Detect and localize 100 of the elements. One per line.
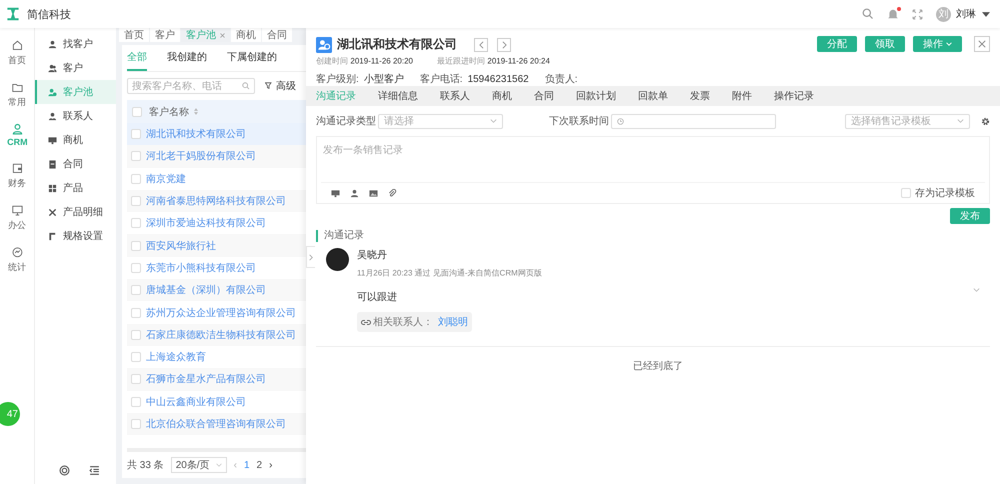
detail-tab[interactable]: 发票 [690, 89, 710, 103]
search-icon[interactable] [862, 8, 874, 20]
detail-tab[interactable]: 回款计划 [576, 89, 616, 103]
publish-button[interactable]: 发布 [950, 208, 990, 224]
checkbox[interactable] [131, 374, 141, 384]
checkbox[interactable] [131, 419, 141, 429]
checkbox[interactable] [131, 285, 141, 296]
checkbox[interactable] [131, 396, 141, 407]
table-row[interactable]: 南京党建 [127, 168, 306, 190]
action-button[interactable]: 操作 [913, 36, 962, 52]
checkbox[interactable] [131, 151, 141, 162]
close-button[interactable] [974, 36, 990, 52]
previous-button[interactable] [474, 38, 488, 52]
customer-name-link[interactable]: 河北老干妈股份有限公司 [146, 149, 256, 164]
nav-item[interactable]: 首页 [8, 40, 26, 66]
menu-item[interactable]: 找客户 [35, 32, 116, 56]
menu-item[interactable]: 客户池 [35, 80, 116, 104]
fullscreen-icon[interactable] [912, 8, 923, 20]
checkbox[interactable] [131, 330, 141, 340]
collapse-handle[interactable] [306, 246, 315, 268]
checkbox[interactable] [901, 188, 911, 198]
column-header[interactable]: 客户名称 [149, 104, 189, 118]
table-row[interactable]: 唐城基金（深圳）有限公司 [127, 279, 306, 302]
checkbox[interactable] [131, 129, 141, 140]
customer-name-link[interactable]: 唐城基金（深圳）有限公司 [146, 283, 266, 298]
nav-item[interactable]: 常用 [8, 82, 26, 108]
nav-item[interactable]: 财务 [8, 162, 26, 190]
checkbox[interactable] [132, 106, 142, 116]
checkbox[interactable] [131, 174, 141, 184]
action-button[interactable]: 分配 [817, 36, 857, 52]
close-icon[interactable] [220, 32, 225, 38]
checkbox[interactable] [131, 308, 141, 318]
page-tab[interactable]: 合同 [262, 28, 292, 42]
chevron-down-icon[interactable] [973, 288, 980, 292]
customer-name-link[interactable]: 西安风华旅行社 [146, 238, 216, 253]
next-page-button[interactable]: › [269, 460, 272, 470]
table-row[interactable]: 北京伯众联合管理咨询有限公司 [127, 412, 306, 436]
checkbox[interactable] [131, 262, 141, 273]
bell-icon[interactable] [887, 8, 899, 20]
table-row[interactable]: 石家庄康德欧洁生物科技有限公司 [127, 324, 306, 346]
filter-tab[interactable]: 我创建的 [167, 45, 207, 71]
previous-page-button[interactable]: ‹ [234, 460, 237, 470]
page-size-select[interactable]: 20条/页 [170, 457, 227, 473]
target-icon[interactable] [58, 465, 70, 476]
table-row[interactable]: 上海途众教育 [127, 346, 306, 368]
page-number[interactable]: 2 [256, 460, 262, 470]
checkbox[interactable] [131, 240, 141, 251]
detail-tab[interactable]: 附件 [732, 89, 752, 103]
customer-name-link[interactable]: 苏州万众达企业管理咨询有限公司 [146, 306, 296, 320]
page-number[interactable]: 1 [244, 460, 250, 470]
table-row[interactable]: 西安风华旅行社 [127, 234, 306, 257]
detail-tab[interactable]: 商机 [492, 89, 512, 103]
table-row[interactable]: 河南省泰思特网络科技有限公司 [127, 190, 306, 212]
menu-item[interactable]: 客户 [35, 56, 116, 80]
nav-item[interactable]: 办公 [8, 204, 26, 232]
floating-badge[interactable]: 47 [0, 402, 20, 426]
menu-collapse-icon[interactable] [89, 465, 100, 476]
caret-icon[interactable] [982, 12, 990, 16]
detail-tab[interactable]: 联系人 [440, 89, 470, 103]
page-tab[interactable]: 首页 [119, 28, 149, 42]
table-row[interactable]: 石狮市金星水产品有限公司 [127, 368, 306, 391]
nav-item[interactable]: CRM [6, 123, 28, 148]
table-row[interactable]: 深圳市爱迪达科技有限公司 [127, 212, 306, 234]
table-row[interactable]: 湖北讯和技术有限公司 [127, 123, 306, 146]
customer-name-link[interactable]: 南京党建 [146, 172, 186, 186]
user-avatar[interactable]: 刘 [936, 6, 951, 22]
contact-link[interactable]: 刘聪明 [438, 315, 468, 329]
customer-name-link[interactable]: 上海途众教育 [146, 350, 206, 364]
customer-name-link[interactable]: 石家庄康德欧洁生物科技有限公司 [146, 328, 296, 342]
advanced-filter-link[interactable]: 高级 [265, 79, 296, 93]
detail-tab[interactable]: 回款单 [638, 89, 668, 103]
detail-tab[interactable]: 合同 [534, 89, 554, 103]
menu-item[interactable]: 联系人 [35, 104, 116, 128]
filter-tab[interactable]: 下属创建的 [227, 45, 277, 71]
customer-name-link[interactable]: 湖北讯和技术有限公司 [146, 127, 246, 142]
checkbox-label[interactable]: 存为记录模板 [915, 186, 975, 200]
detail-tab[interactable]: 详细信息 [378, 89, 418, 103]
image-icon[interactable] [369, 188, 378, 198]
menu-item[interactable]: 规格设置 [35, 224, 116, 248]
note-editor[interactable]: 发布一条销售记录 存为记录模板 [316, 136, 990, 204]
table-row[interactable]: 中山云鑫商业有限公司 [127, 390, 306, 413]
page-tab[interactable]: 商机 [231, 28, 261, 42]
nav-item[interactable]: 统计 [8, 246, 26, 274]
next-button[interactable] [497, 38, 511, 52]
menu-item[interactable]: 商机 [35, 128, 116, 152]
checkbox[interactable] [131, 218, 141, 228]
customer-name-link[interactable]: 北京伯众联合管理咨询有限公司 [146, 417, 286, 431]
date-field[interactable] [611, 114, 776, 128]
monitor-icon[interactable] [331, 188, 340, 198]
template-select[interactable]: 选择销售记录模板 [845, 114, 970, 128]
customer-name-link[interactable]: 深圳市爱迪达科技有限公司 [146, 216, 266, 230]
menu-item[interactable]: 产品 [35, 176, 116, 200]
checkbox[interactable] [131, 196, 141, 206]
user-name[interactable]: 刘琳 [956, 7, 976, 21]
customer-name-link[interactable]: 石狮市金星水产品有限公司 [146, 372, 266, 386]
table-row[interactable]: 河北老干妈股份有限公司 [127, 145, 306, 168]
type-select[interactable]: 请选择 [378, 114, 503, 128]
customer-name-link[interactable]: 中山云鑫商业有限公司 [146, 394, 246, 409]
filter-tab[interactable]: 全部 [127, 45, 147, 71]
detail-tab[interactable]: 操作记录 [774, 89, 814, 103]
